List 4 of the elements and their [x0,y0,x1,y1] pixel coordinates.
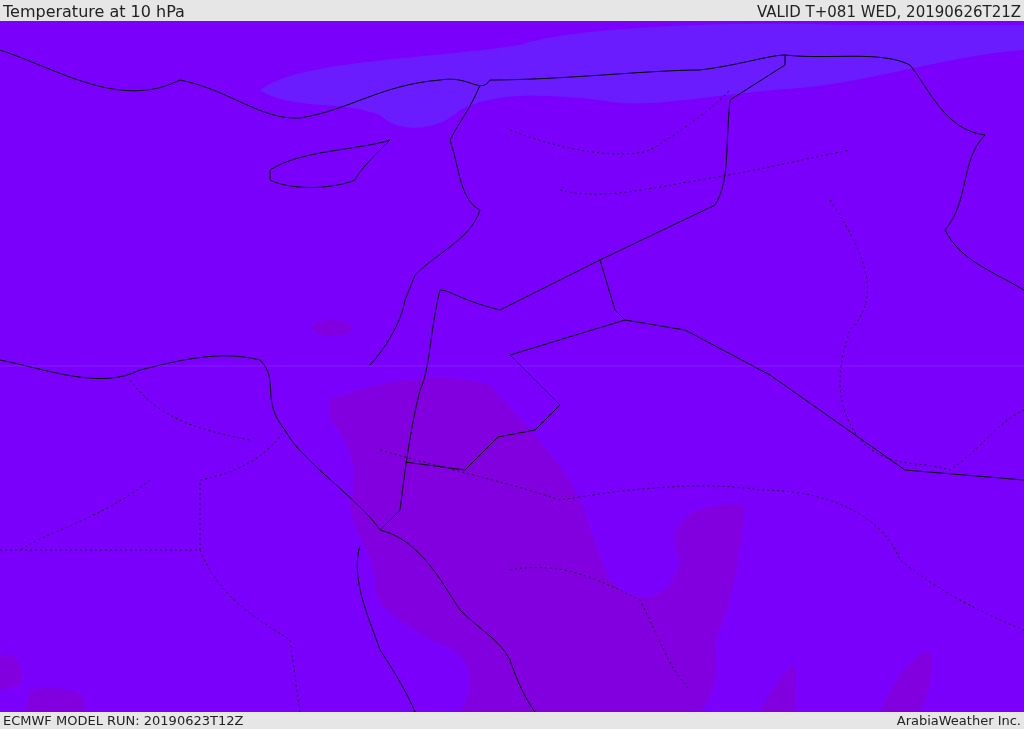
credit-label: ArabiaWeather Inc. [896,713,1021,728]
valid-time: VALID T+081 WED, 20190626T21Z [756,3,1021,21]
model-run-label: ECMWF MODEL RUN: 20190623T12Z [3,713,244,728]
map-title: Temperature at 10 hPa [3,3,185,21]
